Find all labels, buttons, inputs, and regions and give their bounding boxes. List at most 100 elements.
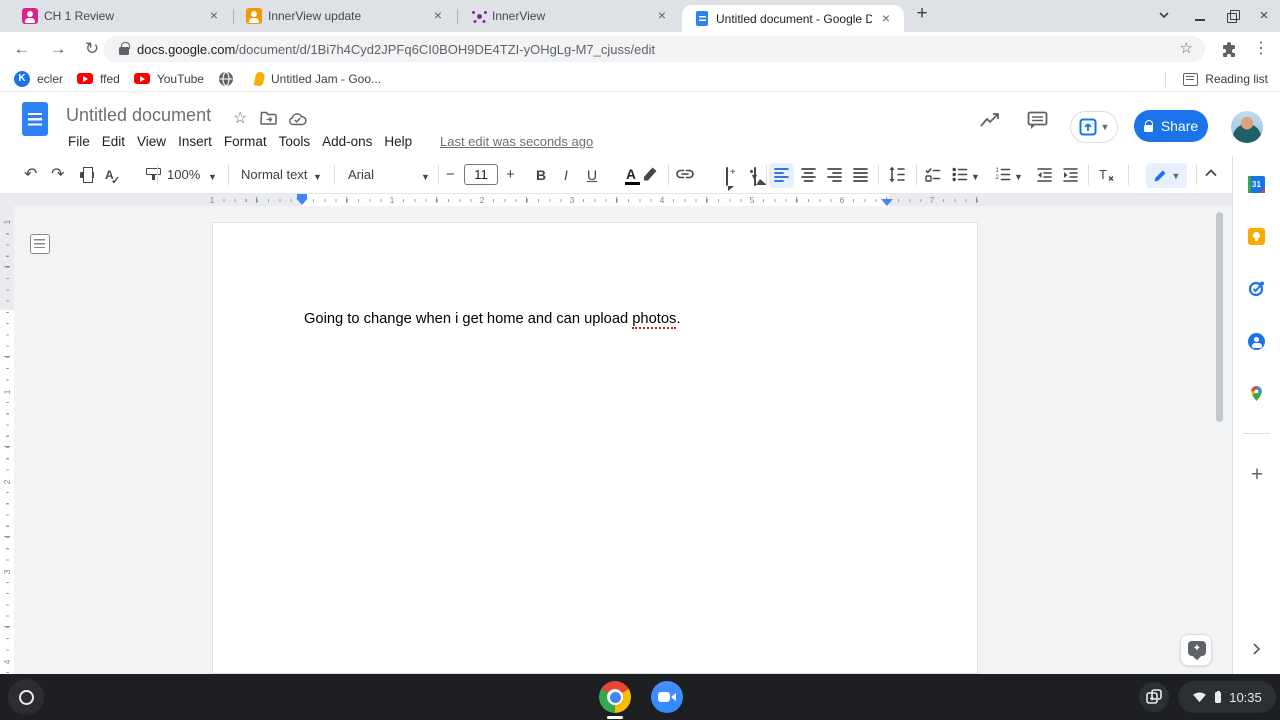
font-size-input[interactable]: 11 [464, 164, 498, 185]
document-outline-icon[interactable] [30, 234, 50, 254]
vertical-scrollbar[interactable] [1216, 212, 1223, 422]
left-indent-marker[interactable] [296, 198, 308, 205]
tab-innerview-update[interactable]: InnerView update × [234, 0, 456, 32]
numbered-list-icon[interactable]: 12 [994, 166, 1011, 184]
move-to-folder-icon[interactable] [260, 111, 277, 130]
close-window-button[interactable]: × [1256, 8, 1272, 24]
menu-item[interactable]: Format [218, 133, 273, 151]
close-tab-icon[interactable]: × [878, 11, 894, 27]
bold-button[interactable]: B [534, 166, 548, 184]
zoom-select[interactable]: 100% [167, 167, 200, 182]
decrease-indent-icon[interactable] [1036, 166, 1053, 184]
bookmark-ecler[interactable]: K ecler [14, 71, 63, 87]
present-to-meeting-button[interactable]: ▼ [1070, 111, 1118, 143]
menu-item[interactable]: Insert [172, 133, 218, 151]
bookmark-ffed[interactable]: ffed [77, 72, 120, 86]
paragraph-style-select[interactable]: Normal text [241, 167, 307, 182]
document-title[interactable]: Untitled document [66, 105, 211, 126]
minimize-window-button[interactable] [1192, 8, 1208, 24]
document-page[interactable] [212, 222, 978, 674]
chrome-app-icon[interactable] [599, 681, 631, 713]
checklist-icon[interactable] [924, 166, 941, 184]
google-keep-icon[interactable] [1248, 228, 1265, 245]
comment-history-icon[interactable] [1027, 111, 1048, 136]
undo-icon[interactable]: ↶ [24, 166, 37, 184]
zoom-app-icon[interactable] [651, 681, 683, 713]
cloud-saved-icon[interactable] [288, 112, 307, 131]
star-document-icon[interactable]: ☆ [233, 108, 247, 128]
menu-item[interactable]: Help [378, 133, 418, 151]
screen-capture-icon[interactable] [1139, 682, 1169, 712]
address-bar[interactable]: docs.google.com/document/d/1Bi7h4Cyd2JPF… [103, 36, 1205, 62]
menu-item[interactable]: File [62, 133, 96, 151]
bookmark-star-icon[interactable]: ☆ [1180, 39, 1193, 57]
add-comment-icon[interactable]: + [726, 167, 728, 186]
launcher-button[interactable] [8, 679, 44, 715]
text-color-button[interactable]: A [626, 167, 636, 182]
font-select[interactable]: Arial [348, 167, 374, 182]
extensions-puzzle-icon[interactable] [1219, 40, 1239, 60]
document-stats-trend-icon[interactable] [979, 110, 1001, 135]
google-contacts-icon[interactable] [1248, 333, 1265, 350]
forward-icon[interactable]: → [48, 39, 68, 59]
align-center-button[interactable] [800, 166, 817, 184]
browser-menu-dots-icon[interactable]: ⋮ [1251, 39, 1271, 59]
document-text[interactable]: Going to change when i get home and can … [304, 311, 680, 327]
chevron-down-icon[interactable]: ▼ [1014, 168, 1023, 186]
last-edit-link[interactable]: Last edit was seconds ago [440, 134, 593, 149]
clear-formatting-icon[interactable]: T [1097, 166, 1114, 184]
tab-search-chevron-icon[interactable] [1156, 8, 1172, 24]
google-tasks-icon[interactable] [1248, 280, 1265, 297]
status-tray[interactable]: 10:35 [1178, 681, 1276, 713]
chevron-down-icon[interactable]: ▼ [421, 168, 430, 186]
underline-button[interactable]: U [586, 166, 598, 184]
back-icon[interactable]: ← [12, 39, 32, 59]
align-left-button[interactable] [773, 166, 790, 184]
increase-font-size-button[interactable]: + [506, 166, 515, 184]
align-right-button[interactable] [826, 166, 843, 184]
bookmark-globe[interactable] [218, 71, 241, 87]
decrease-font-size-button[interactable]: − [446, 166, 455, 184]
bookmark-untitled-jam[interactable]: Untitled Jam - Goo... [255, 72, 381, 86]
highlight-color-icon[interactable] [641, 166, 658, 184]
bulleted-list-icon[interactable] [951, 166, 968, 184]
page-url[interactable]: docs.google.com/document/d/1Bi7h4Cyd2JPF… [137, 42, 655, 57]
google-calendar-icon[interactable]: 31 [1248, 176, 1265, 193]
share-button[interactable]: Share [1134, 110, 1208, 142]
google-docs-logo[interactable] [22, 102, 48, 136]
insert-link-icon[interactable] [676, 166, 694, 184]
https-lock-icon[interactable] [119, 47, 129, 55]
menu-item[interactable]: View [131, 133, 172, 151]
first-line-indent-marker[interactable] [297, 194, 307, 198]
new-tab-button[interactable]: + [914, 6, 930, 22]
google-maps-icon[interactable] [1248, 385, 1265, 402]
tab-innerview[interactable]: InnerView × [458, 0, 680, 32]
chevron-down-icon[interactable]: ▼ [313, 168, 322, 186]
menu-item[interactable]: Tools [273, 133, 317, 151]
right-indent-marker[interactable] [881, 199, 893, 206]
line-spacing-icon[interactable] [888, 166, 906, 184]
menu-item[interactable]: Add-ons [316, 133, 378, 151]
increase-indent-icon[interactable] [1062, 166, 1079, 184]
spellcheck-icon[interactable]: A✓ [105, 168, 114, 182]
account-avatar[interactable] [1231, 111, 1263, 143]
redo-icon[interactable]: ↷ [51, 166, 64, 184]
chevron-down-icon[interactable]: ▼ [750, 168, 759, 186]
tab-untitled-document-active[interactable]: Untitled document - Google Docs × [682, 5, 904, 32]
explore-button[interactable]: ✦ [1180, 634, 1212, 666]
close-tab-icon[interactable]: × [206, 8, 222, 24]
add-addon-plus-icon[interactable]: + [1246, 464, 1268, 486]
justify-button[interactable] [852, 166, 869, 184]
chevron-down-icon[interactable]: ▼ [971, 168, 980, 186]
collapse-toolbar-chevron-icon[interactable] [1204, 166, 1218, 184]
editing-mode-button[interactable]: ▼ [1146, 163, 1187, 188]
reading-list-button[interactable]: Reading list [1165, 66, 1268, 92]
hide-side-panel-chevron-icon[interactable] [1247, 640, 1267, 660]
menu-item[interactable]: Edit [96, 133, 131, 151]
close-tab-icon[interactable]: × [430, 8, 446, 24]
close-tab-icon[interactable]: × [654, 8, 670, 24]
chevron-down-icon[interactable]: ▼ [208, 168, 217, 186]
italic-button[interactable]: I [561, 166, 571, 184]
reload-icon[interactable]: ↻ [82, 39, 102, 59]
tab-ch1-review[interactable]: CH 1 Review × [10, 0, 232, 32]
